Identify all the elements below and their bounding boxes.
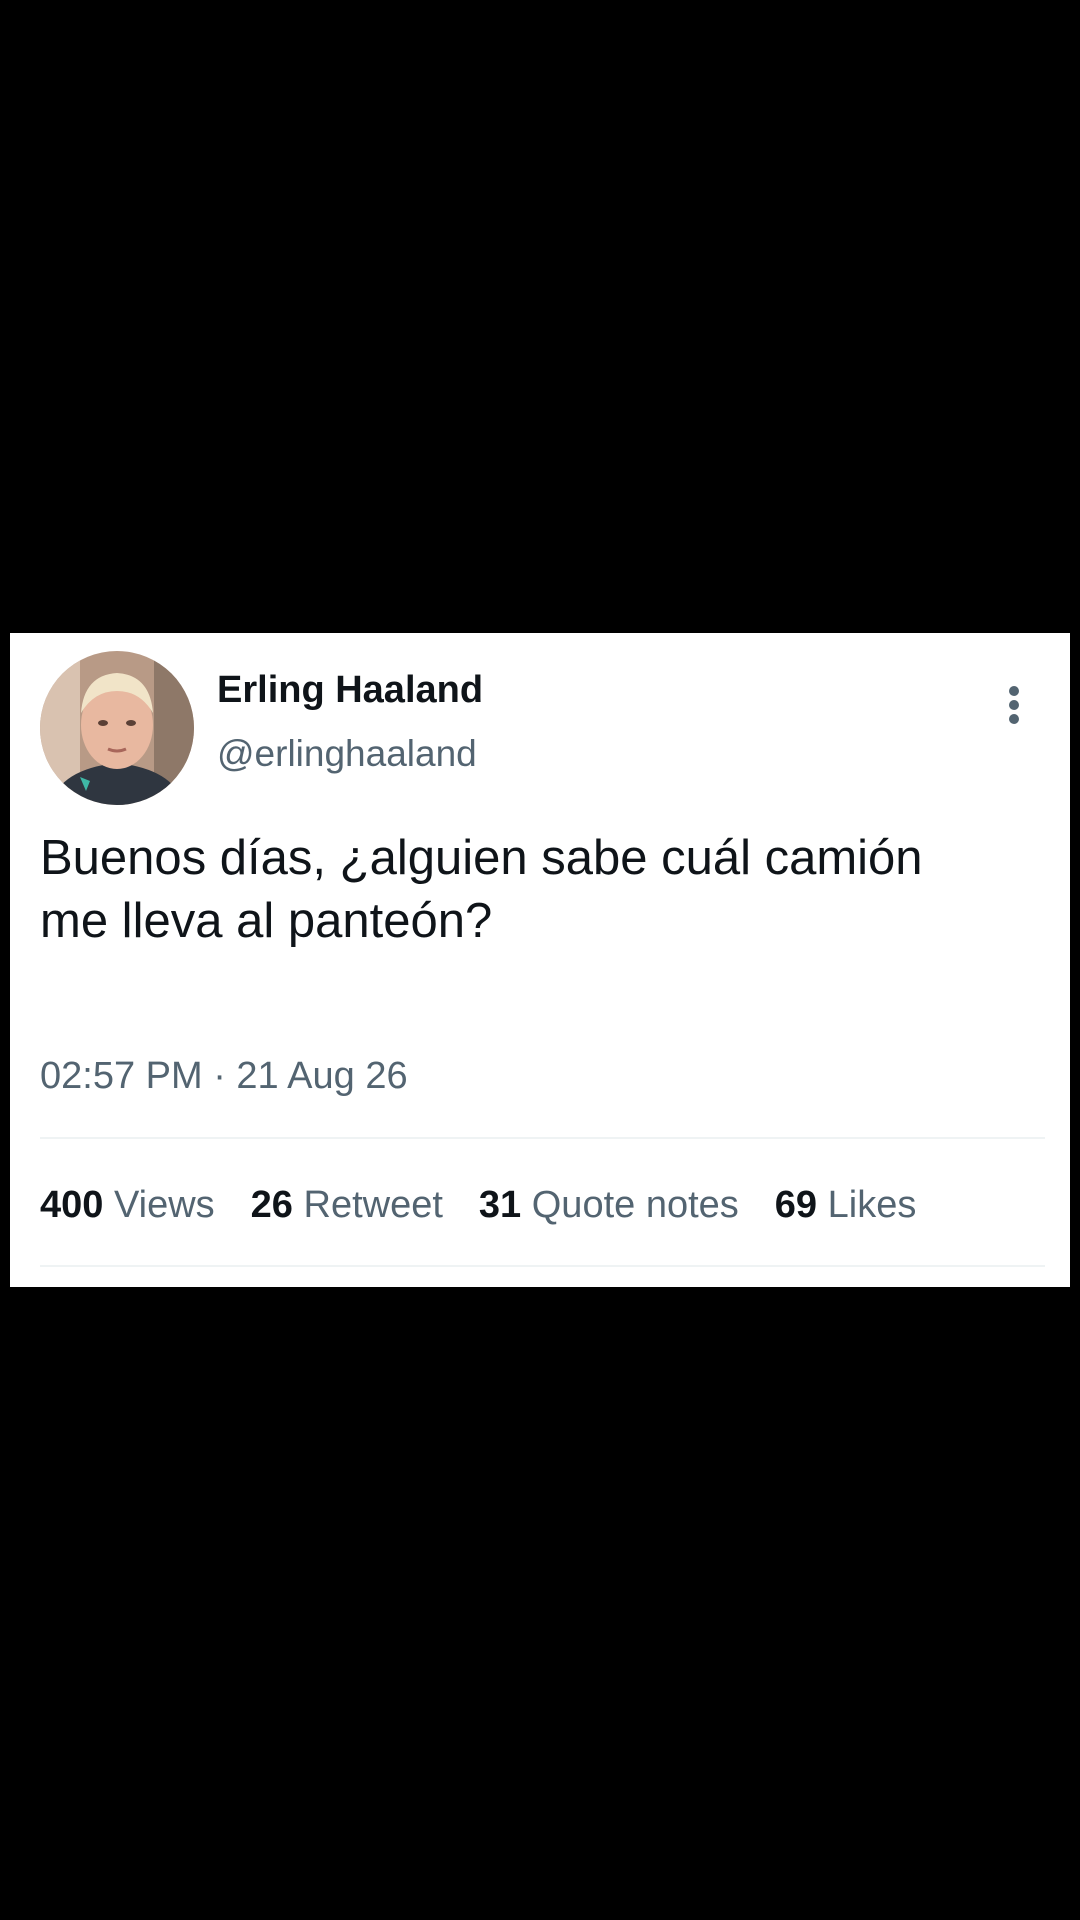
tweet-text: Buenos días, ¿alguien sabe cuál camión m… [40,827,1040,953]
tweet-card: Erling Haaland @erlinghaaland Buenos día… [10,633,1070,1287]
stat-label: Views [113,1184,215,1226]
more-vertical-icon [1009,686,1019,724]
stat-retweets[interactable]: 26 Retweet [251,1181,443,1229]
stat-value: 69 [774,1184,818,1226]
stat-likes[interactable]: 69 Likes [775,1181,917,1229]
stat-label: Quote notes [531,1184,739,1226]
divider [40,1137,1045,1139]
avatar-photo-icon [40,651,194,805]
stat-quotes[interactable]: 31 Quote notes [479,1181,739,1229]
stat-value: 31 [478,1184,522,1226]
stat-value: 400 [40,1184,104,1226]
stat-label: Retweet [303,1184,443,1226]
handle[interactable]: @erlinghaaland [217,731,477,777]
stat-views[interactable]: 400 Views [40,1181,215,1229]
display-name[interactable]: Erling Haaland [217,667,483,713]
avatar[interactable] [40,651,194,805]
more-options-button[interactable] [994,677,1034,733]
tweet-text-line: me lleva al panteón? [40,894,493,948]
tweet-text-line: Buenos días, ¿alguien sabe cuál camión [40,831,923,885]
stat-value: 26 [250,1184,293,1226]
screen: Erling Haaland @erlinghaaland Buenos día… [0,0,1080,1920]
timestamp[interactable]: 02:57 PM · 21 Aug 26 [40,1053,408,1099]
divider [40,1265,1045,1267]
stat-label: Likes [827,1184,917,1226]
stats-bar: 400 Views 26 Retweet 31 Quote notes 69 L… [40,1181,952,1229]
